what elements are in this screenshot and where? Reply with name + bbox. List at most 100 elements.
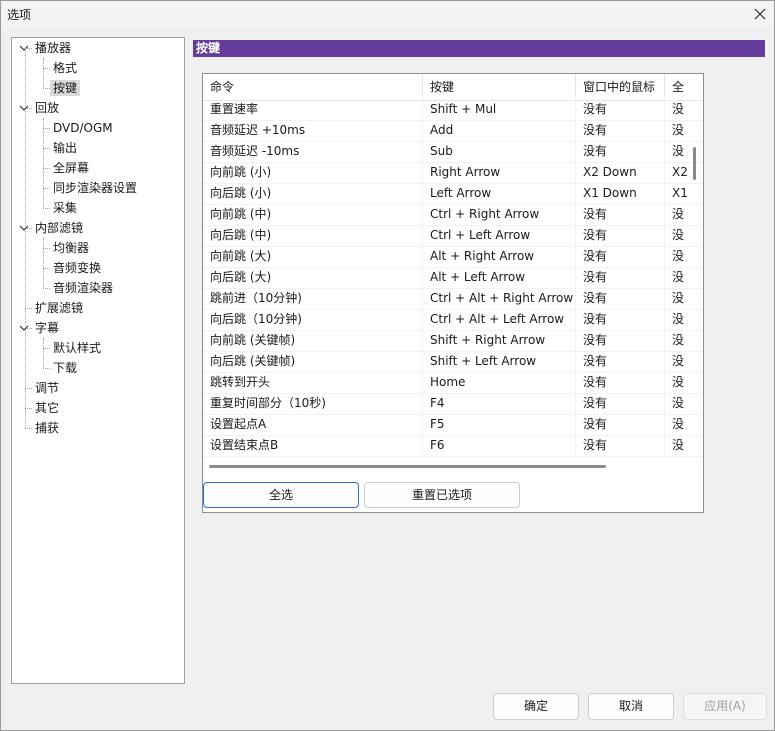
cell-command: 音频延迟 +10ms	[203, 120, 423, 141]
collapse-icon[interactable]	[19, 43, 29, 53]
column-header-mouse-window[interactable]: 窗口中的鼠标	[576, 74, 665, 100]
cell-mouse-fullscreen: 没	[665, 246, 703, 267]
horizontal-scrollbar[interactable]	[209, 465, 606, 468]
cell-mouse-fullscreen: 没	[665, 141, 703, 162]
table-row[interactable]: 向后跳 (中) Ctrl + Left Arrow 没有没	[203, 225, 703, 247]
tree-item[interactable]: 音频渲染器	[50, 278, 116, 298]
tree-item[interactable]: 全屏幕	[50, 158, 92, 178]
column-header-key[interactable]: 按键	[423, 74, 576, 100]
table-row[interactable]: 向前跳 (大) Alt + Right Arrow 没有没	[203, 246, 703, 268]
column-header-command[interactable]: 命令	[203, 74, 423, 100]
close-button[interactable]	[746, 1, 774, 27]
settings-tree[interactable]: 播放器 格式 按键 回放 DVD/OGM 输出全屏幕同步渲染器设置 采集内部滤镜均衡器 音频变…	[11, 37, 185, 684]
table-row[interactable]: 向前跳 (小) Right Arrow X2 Down X2	[203, 162, 703, 184]
tree-item-label: 音频渲染器	[53, 281, 114, 295]
tree-item[interactable]: 默认样式	[50, 338, 104, 358]
cell-mouse-window: 没有	[576, 204, 665, 225]
tree-connector	[43, 168, 50, 169]
table-row[interactable]: 设置结束点B F6 没有没	[203, 435, 703, 457]
table-row[interactable]: 重复时间部分（10秒) F4 没有没	[203, 393, 703, 415]
tree-item[interactable]: 回放	[32, 98, 62, 118]
cell-key: Ctrl + Alt + Left Arrow	[423, 309, 576, 330]
cell-mouse-fullscreen: X1	[665, 183, 703, 204]
column-header-mouse-fullscreen[interactable]: 全	[665, 74, 703, 100]
table-header: 命令 按键 窗口中的鼠标 全	[203, 74, 703, 101]
tree-item[interactable]: 调节	[32, 378, 62, 398]
tree-connector	[43, 348, 50, 349]
cell-command: 设置结束点B	[203, 435, 423, 456]
tree-item[interactable]: 其它	[32, 398, 62, 418]
tree-item[interactable]: 格式	[50, 58, 80, 78]
window-title: 选项	[7, 8, 32, 22]
table-row[interactable]: 向后跳 (小) Left Arrow X1 Down X1	[203, 183, 703, 205]
cell-mouse-window: 没有	[576, 309, 665, 330]
cell-mouse-window: 没有	[576, 246, 665, 267]
tree-connector	[43, 368, 50, 369]
cell-key: Shift + Right Arrow	[423, 330, 576, 351]
tree-connector	[43, 148, 50, 149]
tree-item[interactable]: 按键	[50, 78, 81, 98]
table-row[interactable]: 向前跳 (关键帧) Shift + Right Arrow 没有没	[203, 330, 703, 352]
tree-item[interactable]: 播放器	[32, 38, 74, 58]
cell-mouse-window: 没有	[576, 120, 665, 141]
tree-connector	[25, 428, 32, 429]
cell-key: F5	[423, 414, 576, 435]
table-row[interactable]: 跳转到开头 Home 没有没	[203, 372, 703, 394]
tree-item-label: 全屏幕	[53, 161, 90, 175]
cell-key: Ctrl + Alt + Right Arrow	[423, 288, 576, 309]
apply-button[interactable]: 应用(A)	[683, 693, 767, 720]
vertical-scrollbar[interactable]	[693, 147, 696, 180]
table-row[interactable]: 重置速率 Shift + Mul 没有没	[203, 99, 703, 121]
tree-item[interactable]: 输出	[50, 138, 80, 158]
table-row[interactable]: 音频延迟 -10ms Sub 没有没	[203, 141, 703, 163]
table-row[interactable]: 向后跳 (大) Alt + Left Arrow 没有没	[203, 267, 703, 289]
tree-item[interactable]: 下载	[50, 358, 80, 378]
tree-item-label: 捕获	[35, 421, 60, 435]
hotkey-table[interactable]: 命令 按键 窗口中的鼠标 全 重置速率 Shift + Mul 没有没音频延迟 +1…	[202, 73, 704, 513]
tree-item[interactable]: 均衡器	[50, 238, 92, 258]
reset-selected-button[interactable]: 重置已选项	[364, 482, 520, 508]
cell-mouse-fullscreen: 没	[665, 309, 703, 330]
select-all-button[interactable]: 全选	[203, 482, 359, 508]
cell-command: 重置速率	[203, 99, 423, 120]
tree-item-label: 同步渲染器设置	[53, 181, 138, 195]
tree-item[interactable]: 音频变换	[50, 258, 104, 278]
ok-button[interactable]: 确定	[493, 693, 579, 720]
cell-key: Alt + Right Arrow	[423, 246, 576, 267]
cell-command: 向前跳 (中)	[203, 204, 423, 225]
tree-item[interactable]: DVD/OGM	[50, 118, 116, 138]
collapse-icon[interactable]	[19, 223, 29, 233]
cell-mouse-fullscreen: 没	[665, 120, 703, 141]
table-row[interactable]: 向前跳 (中) Ctrl + Right Arrow 没有没	[203, 204, 703, 226]
tree-item[interactable]: 同步渲染器设置	[50, 178, 140, 198]
cancel-button[interactable]: 取消	[588, 693, 674, 720]
cell-mouse-fullscreen: 没	[665, 288, 703, 309]
tree-item[interactable]: 捕获	[32, 418, 62, 438]
tree-item-label: 内部滤镜	[35, 221, 84, 235]
cell-mouse-fullscreen: 没	[665, 267, 703, 288]
tree-item-label: 默认样式	[53, 341, 102, 355]
cell-mouse-fullscreen: 没	[665, 99, 703, 120]
table-row[interactable]: 设置起点A F5 没有没	[203, 414, 703, 436]
tree-item-label: 采集	[53, 201, 78, 215]
tree-item[interactable]: 内部滤镜	[32, 218, 86, 238]
tree-item[interactable]: 采集	[50, 198, 80, 218]
close-icon	[754, 8, 766, 20]
tree-item[interactable]: 字幕	[32, 318, 62, 338]
tree-connector	[43, 248, 50, 249]
table-row[interactable]: 跳前进（10分钟) Ctrl + Alt + Right Arrow 没有没	[203, 288, 703, 310]
cell-mouse-fullscreen: 没	[665, 225, 703, 246]
collapse-icon[interactable]	[19, 323, 29, 333]
options-window: 选项 播放器 格式 按键 回放 DVD/OGM 输出 全屏幕 同步渲染器设置 采集 内部滤镜 均衡器…	[0, 0, 775, 731]
collapse-icon[interactable]	[19, 103, 29, 113]
cell-mouse-window: 没有	[576, 351, 665, 372]
tree-item[interactable]: 扩展滤镜	[32, 298, 86, 318]
table-row[interactable]: 向后跳（10分钟) Ctrl + Alt + Left Arrow 没有没	[203, 309, 703, 331]
cell-mouse-window: 没有	[576, 330, 665, 351]
table-row[interactable]: 向后跳 (关键帧) Shift + Left Arrow 没有没	[203, 351, 703, 373]
table-row[interactable]: 音频延迟 +10ms Add 没有没	[203, 120, 703, 142]
tree-connector	[43, 68, 50, 69]
cell-mouse-window: X2 Down	[576, 162, 665, 183]
keys-panel: 按键 命令 按键 窗口中的鼠标 全 重置速率 Shift + Mul 没有没音频延迟…	[189, 37, 766, 683]
tree-item-label: DVD/OGM	[53, 121, 113, 135]
